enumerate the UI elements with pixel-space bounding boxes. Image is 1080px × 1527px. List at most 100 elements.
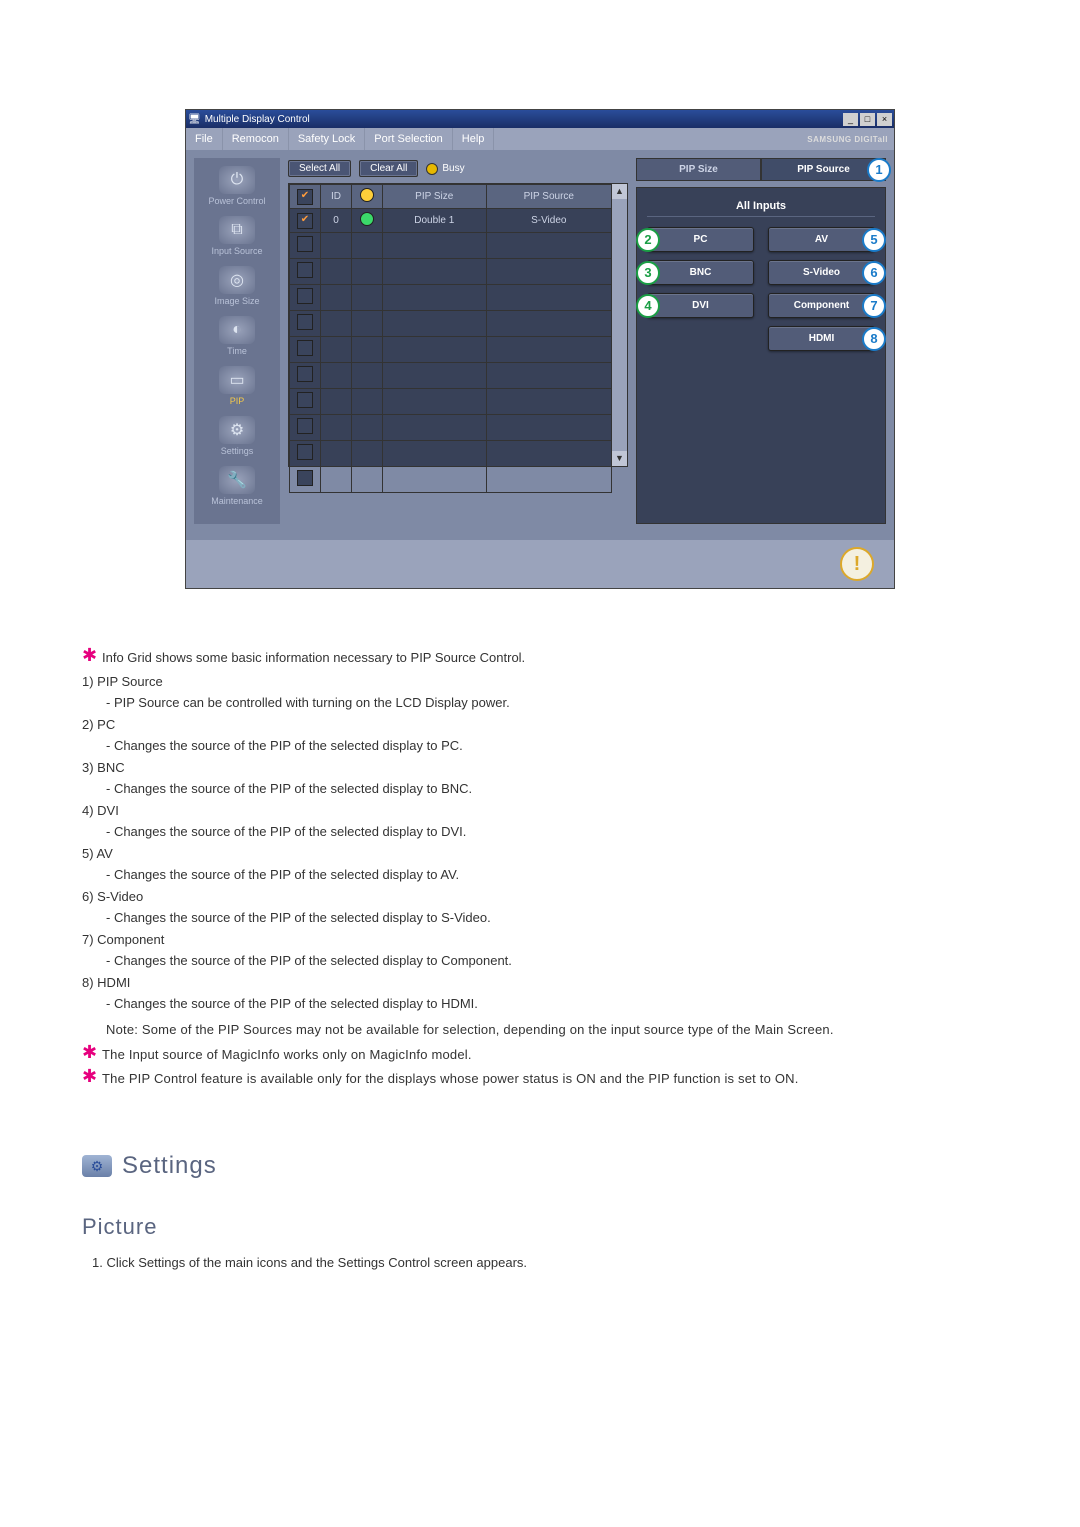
side-time[interactable]: ◐ Time [194,316,280,356]
row-check[interactable] [297,236,313,252]
item-4: 4) DVI [82,801,998,821]
source-pc-label: PC [694,234,708,245]
settings-title: Settings [122,1148,217,1184]
row-check[interactable] [297,392,313,408]
image-size-icon: ◎ [219,266,255,294]
settings-heading: ⚙ Settings [82,1148,998,1184]
side-image-size[interactable]: ◎ Image Size [194,266,280,306]
source-av-button[interactable]: AV 5 [768,227,875,252]
picture-heading: Picture [82,1210,998,1243]
grid-row-empty[interactable] [290,259,612,285]
item-5: 5) AV [82,844,998,864]
callout-7: 7 [862,294,886,318]
menu-file[interactable]: File [186,128,223,150]
callout-2: 2 [636,228,660,252]
grid-row-empty[interactable] [290,311,612,337]
row-check[interactable] [297,213,313,229]
app-window: 🖥 Multiple Display Control _ □ × File Re… [186,110,894,588]
grid-row-empty[interactable] [290,285,612,311]
item-1-desc: - PIP Source can be controlled with turn… [106,693,998,713]
side-time-label: Time [227,346,247,356]
source-bnc-button[interactable]: 3 BNC [647,260,754,285]
footer-bar: ! [186,540,894,588]
settings-icon: ⚙ [219,416,255,444]
col-id[interactable]: ID [321,185,352,209]
power-icon: ⏻ [219,166,255,194]
source-dvi-button[interactable]: 4 DVI [647,293,754,318]
scroll-down-button[interactable]: ▼ [612,451,627,466]
callout-6: 6 [862,261,886,285]
col-pip-size[interactable]: PIP Size [383,185,487,209]
close-button[interactable]: × [877,113,892,126]
row-check[interactable] [297,470,313,486]
side-settings[interactable]: ⚙ Settings [194,416,280,456]
side-input-label: Input Source [211,246,262,256]
row-check[interactable] [297,340,313,356]
window-title: Multiple Display Control [201,114,843,125]
grid-row-empty[interactable] [290,415,612,441]
input-icon: ⧉ [219,216,255,244]
row-check[interactable] [297,262,313,278]
time-icon: ◐ [219,316,255,344]
source-hdmi-button[interactable]: HDMI 8 [768,326,875,351]
minimize-button[interactable]: _ [843,113,858,126]
row-check[interactable] [297,314,313,330]
section-all-inputs: All Inputs [647,200,875,217]
side-power-control[interactable]: ⏻ Power Control [194,166,280,206]
side-maintenance-label: Maintenance [211,496,263,506]
side-maintenance[interactable]: 🔧 Maintenance [194,466,280,506]
sidebar: ⏻ Power Control ⧉ Input Source ◎ Image S… [194,158,280,524]
side-input-source[interactable]: ⧉ Input Source [194,216,280,256]
row-check[interactable] [297,288,313,304]
col-pip-source[interactable]: PIP Source [486,185,611,209]
col-status[interactable] [352,185,383,209]
clear-all-button[interactable]: Clear All [359,160,418,177]
info-icon[interactable]: ! [840,547,874,581]
row-check[interactable] [297,418,313,434]
side-settings-label: Settings [221,446,254,456]
grid-scrollbar[interactable]: ▲ ▼ [612,184,627,466]
row-check[interactable] [297,444,313,460]
maintenance-icon: 🔧 [219,466,255,494]
grid-row-empty[interactable] [290,363,612,389]
item-3: 3) BNC [82,758,998,778]
select-all-button[interactable]: Select All [288,160,351,177]
menu-safety-lock[interactable]: Safety Lock [289,128,365,150]
menu-help[interactable]: Help [453,128,495,150]
grid-row-0[interactable]: 0 Double 1 S-Video [290,209,612,233]
item-1: 1) PIP Source [82,672,998,692]
note-text: Note: Some of the PIP Sources may not be… [106,1020,998,1040]
source-hdmi-label: HDMI [809,333,835,344]
side-pip[interactable]: ▭ PIP [194,366,280,406]
grid-row-empty[interactable] [290,467,612,493]
source-component-button[interactable]: Component 7 [768,293,875,318]
tab-pip-source[interactable]: PIP Source 1 [761,158,886,181]
cell-source: S-Video [486,209,611,233]
source-pc-button[interactable]: 2 PC [647,227,754,252]
callout-1: 1 [867,158,891,182]
item-7-desc: - Changes the source of the PIP of the s… [106,951,998,971]
side-power-label: Power Control [208,196,265,206]
grid-panel: Select All Clear All Busy ID PIP Size [288,158,628,524]
settings-heading-icon: ⚙ [82,1155,112,1177]
titlebar[interactable]: 🖥 Multiple Display Control _ □ × [186,110,894,128]
maximize-button[interactable]: □ [860,113,875,126]
item-8-desc: - Changes the source of the PIP of the s… [106,994,998,1014]
callout-5: 5 [862,228,886,252]
grid-row-empty[interactable] [290,337,612,363]
item-6: 6) S-Video [82,887,998,907]
busy-indicator: Busy [426,163,464,175]
grid-row-empty[interactable] [290,233,612,259]
row-check[interactable] [297,366,313,382]
pip-tabs: PIP Size PIP Source 1 [636,158,886,181]
menu-remocon[interactable]: Remocon [223,128,289,150]
grid-row-empty[interactable] [290,389,612,415]
col-check[interactable] [290,185,321,209]
star-icon: ✱ [82,648,102,662]
grid-row-empty[interactable] [290,441,612,467]
menu-port-selection[interactable]: Port Selection [365,128,452,150]
source-svideo-button[interactable]: S-Video 6 [768,260,875,285]
tab-pip-size[interactable]: PIP Size [636,158,761,181]
cell-size: Double 1 [383,209,487,233]
scroll-up-button[interactable]: ▲ [612,184,627,199]
